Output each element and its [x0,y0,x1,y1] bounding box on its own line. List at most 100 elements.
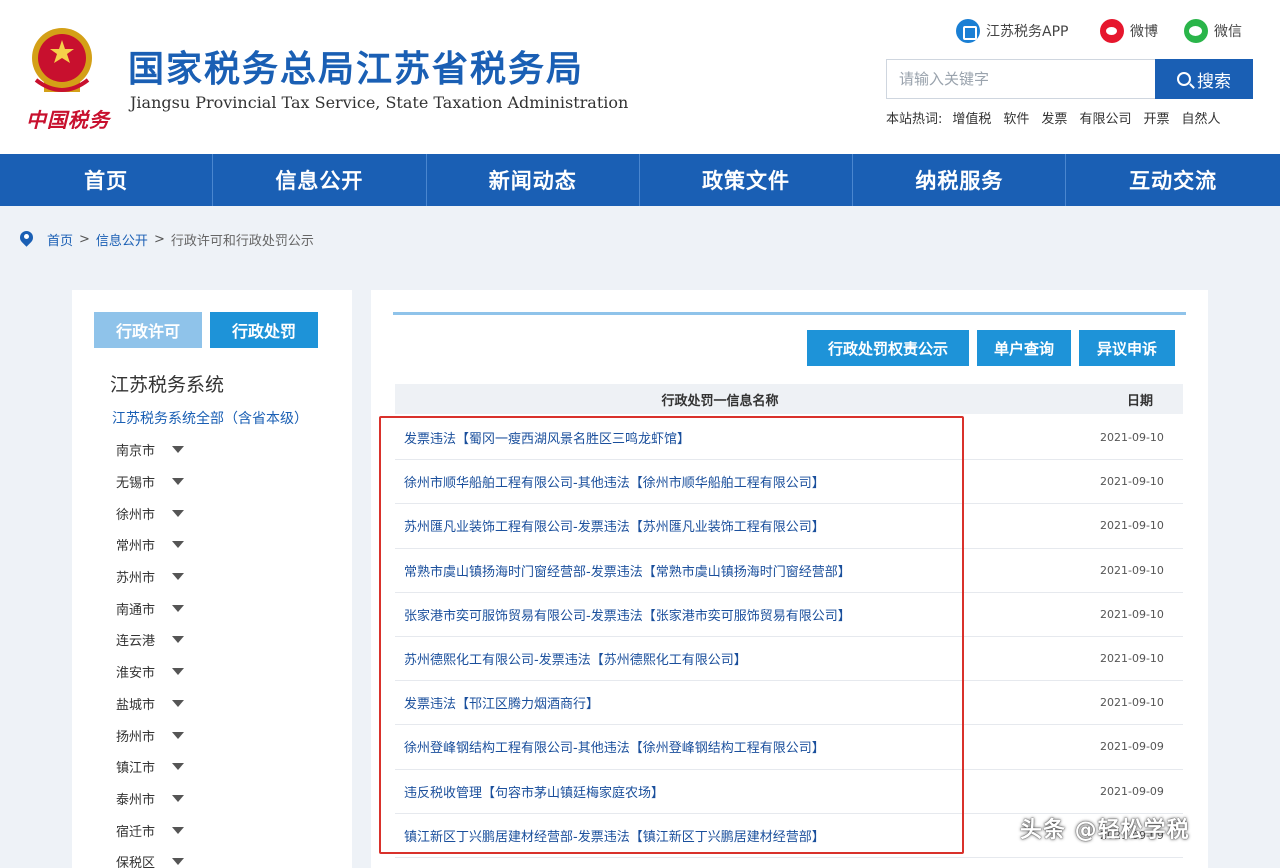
breadcrumb-separator: > [79,232,90,247]
chevron-down-icon[interactable] [172,699,184,707]
row-title-link[interactable]: 徐州登峰钢结构工程有限公司-其他违法【徐州登峰钢结构工程有限公司】 [404,737,825,756]
city-label: 淮安市 [116,666,156,682]
chevron-down-icon[interactable] [172,731,184,739]
site-title[interactable]: 国家税务总局江苏省税务局 [128,40,584,92]
search-input[interactable] [886,59,1156,99]
tab-license[interactable]: 行政许可 [94,312,202,348]
chevron-down-icon[interactable] [172,826,184,834]
city-item[interactable]: 常州市 [116,529,184,561]
chevron-down-icon[interactable] [172,446,184,454]
row-date: 2021-09-09 [1100,784,1164,798]
weibo-icon [1100,19,1124,43]
hotword-link[interactable]: 自然人 [1181,108,1220,127]
city-item[interactable]: 徐州市 [116,497,184,529]
table-row[interactable]: 违反税收管理【句容市茅山镇廷梅家庭农场】 2021-09-09 [395,770,1183,814]
hotword-link[interactable]: 发票 [1041,108,1067,127]
chevron-down-icon[interactable] [172,858,184,866]
row-title-link[interactable]: 张家港市奕可服饰贸易有限公司-发票违法【张家港市奕可服饰贸易有限公司】 [404,605,851,624]
panel-top-divider [393,312,1186,315]
table-row[interactable]: 常熟市虞山镇扬海时门窗经营部-发票违法【常熟市虞山镇扬海时门窗经营部】 2021-… [395,549,1183,593]
site-header: 中国税务 国家税务总局江苏省税务局 Jiangsu Provincial Tax… [0,0,1280,154]
table-row[interactable]: 苏州德熙化工有限公司-发票违法【苏州德熙化工有限公司】 2021-09-10 [395,637,1183,682]
row-title-link[interactable]: 苏州德熙化工有限公司-发票违法【苏州德熙化工有限公司】 [404,649,747,668]
search-button[interactable]: 搜索 [1155,59,1253,99]
brand-signature: 中国税务 [26,108,110,132]
city-item[interactable]: 苏州市 [116,561,184,593]
weibo-label: 微博 [1130,24,1158,40]
row-title-link[interactable]: 徐州市顺华船舶工程有限公司-其他违法【徐州市顺华船舶工程有限公司】 [404,472,825,491]
city-item[interactable]: 镇江市 [116,751,184,783]
city-label: 常州市 [116,539,156,555]
nav-item-info[interactable]: 信息公开 [213,154,427,206]
city-item[interactable]: 扬州市 [116,719,184,751]
city-label: 苏州市 [116,571,156,587]
row-title-link[interactable]: 发票违法【邗江区腾力烟酒商行】 [404,693,599,712]
weixin-label: 微信 [1214,24,1242,40]
row-title-link[interactable]: 镇江新区丁兴鹏居建材经营部-发票违法【镇江新区丁兴鹏居建材经营部】 [404,826,825,845]
city-label: 扬州市 [116,729,156,745]
hotword-link[interactable]: 开票 [1143,108,1169,127]
chevron-down-icon[interactable] [172,573,184,581]
city-label: 宿迁市 [116,824,156,840]
chevron-down-icon[interactable] [172,541,184,549]
city-item[interactable]: 连云港 [116,624,184,656]
row-title-link[interactable]: 发票违法【蜀冈一瘦西湖风景名胜区三鸣龙虾馆】 [404,428,690,447]
city-label: 无锡市 [116,476,156,492]
nav-item-home[interactable]: 首页 [0,154,214,206]
search-icon [1177,72,1191,86]
app-label: 江苏税务APP [986,24,1069,40]
table-row[interactable]: 苏州匯凡业装饰工程有限公司-发票违法【苏州匯凡业装饰工程有限公司】 2021-09… [395,504,1183,549]
chevron-down-icon[interactable] [172,763,184,771]
chevron-down-icon[interactable] [172,636,184,644]
main-panel: 行政处罚权责公示 单户查询 异议申诉 行政处罚一信息名称 日期 发票违法【蜀冈一… [371,290,1208,868]
city-label: 连云港 [116,634,156,650]
weibo-link[interactable]: 微博 [1100,18,1158,44]
nav-item-news[interactable]: 新闻动态 [427,154,640,206]
tab-penalty[interactable]: 行政处罚 [210,312,318,348]
appeal-button[interactable]: 异议申诉 [1079,330,1175,366]
city-item[interactable]: 南通市 [116,592,184,624]
row-title-link[interactable]: 苏州匯凡业装饰工程有限公司-发票违法【苏州匯凡业装饰工程有限公司】 [404,516,825,535]
breadcrumb-info[interactable]: 信息公开 [96,230,148,249]
chevron-down-icon[interactable] [172,668,184,676]
table-row[interactable]: 徐州登峰钢结构工程有限公司-其他违法【徐州登峰钢结构工程有限公司】 2021-09… [395,725,1183,770]
table-row[interactable]: 发票违法【蜀冈一瘦西湖风景名胜区三鸣龙虾馆】 2021-09-10 [395,416,1183,461]
watermark-text: 头条 @轻松学税 [1020,818,1190,843]
city-item[interactable]: 淮安市 [116,656,184,688]
nav-item-policy[interactable]: 政策文件 [640,154,854,206]
sidebar-all-link[interactable]: 江苏税务系统全部（含省本级） [112,408,308,428]
nav-item-interact[interactable]: 互动交流 [1066,154,1279,206]
penalty-publicity-button[interactable]: 行政处罚权责公示 [807,330,969,366]
table-row[interactable]: 徐州市顺华船舶工程有限公司-其他违法【徐州市顺华船舶工程有限公司】 2021-09… [395,460,1183,505]
city-item[interactable]: 无锡市 [116,466,184,498]
hotword-link[interactable]: 增值税 [952,108,991,127]
city-item[interactable]: 泰州市 [116,783,184,815]
row-date: 2021-09-09 [1100,740,1164,754]
breadcrumb-home[interactable]: 首页 [47,230,73,249]
chevron-down-icon[interactable] [172,478,184,486]
hotword-link[interactable]: 软件 [1003,108,1029,127]
main-nav: 首页 信息公开 新闻动态 政策文件 纳税服务 互动交流 [0,154,1280,206]
row-title-link[interactable]: 常熟市虞山镇扬海时门窗经营部-发票违法【常熟市虞山镇扬海时门窗经营部】 [404,561,851,580]
city-item[interactable]: 宿迁市 [116,814,184,846]
single-query-button[interactable]: 单户查询 [977,330,1071,366]
table-row[interactable]: 发票违法【邗江区腾力烟酒商行】 2021-09-10 [395,681,1183,726]
hotwords-bar: 本站热词: 增值税 软件 发票 有限公司 开票 自然人 [886,108,1232,127]
row-title-link[interactable]: 违反税收管理【句容市茅山镇廷梅家庭农场】 [404,782,664,801]
city-item[interactable]: 南京市 [116,434,184,466]
chevron-down-icon[interactable] [172,794,184,802]
city-item[interactable]: 保税区 [116,846,184,868]
chevron-down-icon[interactable] [172,604,184,612]
app-link[interactable]: 江苏税务APP [956,18,1068,44]
hotword-link[interactable]: 有限公司 [1079,108,1131,127]
weixin-icon [1184,19,1208,43]
row-date: 2021-09-10 [1100,607,1164,621]
chevron-down-icon[interactable] [172,509,184,517]
table-row[interactable]: 张家港市奕可服饰贸易有限公司-发票违法【张家港市奕可服饰贸易有限公司】 2021-… [395,593,1183,637]
weixin-link[interactable]: 微信 [1184,18,1242,44]
city-item[interactable]: 盐城市 [116,688,184,720]
nav-item-service[interactable]: 纳税服务 [853,154,1067,206]
app-icon [956,19,980,43]
location-pin-icon [20,231,33,248]
search-button-label: 搜索 [1197,71,1231,91]
